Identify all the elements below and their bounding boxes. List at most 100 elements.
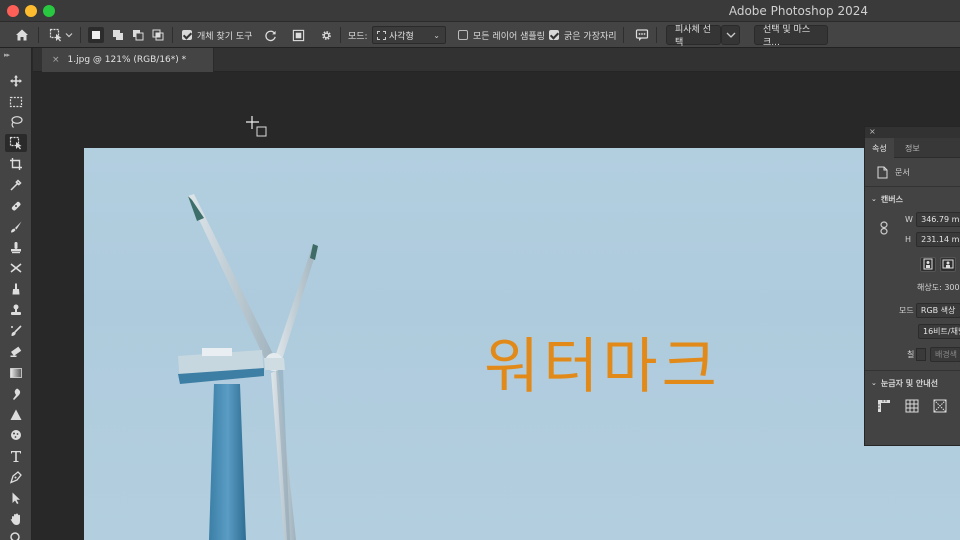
resolution-text: 해상도: 300 픽셀/인치 [917,282,960,292]
subtract-from-selection-icon[interactable] [130,27,146,43]
title-bar: Adobe Photoshop 2024 [0,0,960,22]
cursor-crosshair-icon [246,116,270,141]
height-label: H [905,234,912,244]
portrait-orientation-button[interactable] [920,256,936,272]
select-and-mask-button[interactable]: 선택 및 마스크... [754,25,828,48]
minimize-window-button[interactable] [25,5,37,17]
chevron-down-icon[interactable] [64,27,74,43]
fill-select[interactable]: 배경색 [929,346,960,362]
document-canvas[interactable]: 워터마크 [84,148,960,540]
brush-tool-icon[interactable] [5,218,27,236]
landscape-orientation-button[interactable] [940,256,956,272]
object-finder-checkbox[interactable] [182,30,192,40]
canvas-section-header[interactable]: ⌄ 캔버스 [865,192,960,206]
panel-header: × [865,127,960,138]
grid-icon[interactable] [905,399,919,413]
chevron-down-icon: ⌄ [871,195,877,203]
lasso-tool-icon[interactable] [5,113,27,131]
object-finder-option[interactable]: 개체 찾기 도구 [182,22,252,48]
feedback-icon[interactable] [634,27,650,43]
height-row: H 231.14 mm [865,231,960,247]
canvas-section-title: 캔버스 [880,194,903,204]
sample-all-layers-checkbox[interactable] [458,30,468,40]
spot-healing-brush-icon[interactable] [5,197,27,215]
history-brush-icon[interactable] [5,259,27,277]
chevron-down-icon [726,32,735,38]
gear-icon[interactable] [318,27,334,43]
width-label: W [905,214,913,224]
tools-panel: ▸▸ [0,48,32,540]
fill-swatch[interactable] [915,347,926,361]
rulers-icons-row [865,398,960,414]
type-tool-icon[interactable] [5,447,27,465]
rulers-section-title: 눈금자 및 안내선 [880,378,938,388]
blur-tool-icon[interactable] [5,385,27,403]
color-mode-row: 모드 RGB 색상 [865,302,960,318]
clone-stamp-tool-icon[interactable] [5,238,27,256]
close-panel-icon[interactable]: × [869,127,876,136]
panel-grip-icon[interactable]: ▸▸ [4,51,10,59]
triangle-shape-icon[interactable] [5,406,27,424]
pen-tool-icon[interactable] [5,468,27,486]
eyedropper-tool-icon[interactable] [5,176,27,194]
move-tool-icon[interactable] [5,72,27,90]
watermark-text: 워터마크 [484,332,721,402]
app-title: Adobe Photoshop 2024 [728,4,868,18]
document-tab-bar: × 1.jpg @ 121% (RGB/16*) * [33,48,960,72]
landscape-icon [942,259,954,269]
hard-edge-checkbox[interactable] [549,30,559,40]
eraser-tool-icon[interactable] [5,280,27,298]
sponge-tool-icon[interactable] [5,426,27,444]
height-input[interactable]: 231.14 mm [916,231,960,247]
document-tab[interactable]: × 1.jpg @ 121% (RGB/16*) * [42,48,214,72]
select-subject-dropdown[interactable] [721,25,740,45]
fill-label: 칠 [907,349,915,359]
properties-panel: × 속성 정보 문서 ⌄ 캔버스 W 346.79 mm H 231.14 mm… [864,126,960,446]
new-selection-icon[interactable] [88,27,104,43]
art-history-brush-icon[interactable] [5,322,27,340]
resolution-row: 해상도: 300 픽셀/인치 [865,281,960,293]
mode-label: 모드: [348,31,368,42]
show-all-objects-icon[interactable] [290,27,306,43]
refresh-icon[interactable] [262,27,278,43]
hard-edge-option[interactable]: 굵은 가장자리 [549,22,617,48]
hard-edge-label: 굵은 가장자리 [564,31,617,42]
background-eraser-icon[interactable] [5,343,27,361]
guides-icon[interactable] [933,399,947,413]
mode-select[interactable]: 사각형 ⌄ [372,26,446,44]
intersect-selection-icon[interactable] [150,27,166,43]
rulers-section-header[interactable]: ⌄ 눈금자 및 안내선 [865,376,960,390]
document-icon [877,166,888,178]
path-selection-tool-icon[interactable] [5,489,27,507]
zoom-window-button[interactable] [43,5,55,17]
zoom-tool-icon[interactable] [5,529,27,540]
home-icon[interactable] [14,27,30,43]
gradient-tool-icon[interactable] [5,364,27,382]
tab-info[interactable]: 정보 [905,138,920,158]
bit-depth-row: 16비트/채널 [865,323,960,339]
options-bar: 개체 찾기 도구 모드: 사각형 ⌄ 모든 레이어 샘플링 굵은 가장자리 피사… [0,22,960,48]
tab-properties[interactable]: 속성 [865,138,894,158]
sample-all-layers-option[interactable]: 모든 레이어 샘플링 [458,22,545,48]
bit-depth-select[interactable]: 16비트/채널 [918,323,960,339]
crop-tool-icon[interactable] [5,155,27,173]
add-to-selection-icon[interactable] [110,27,126,43]
ruler-icon[interactable] [877,399,891,413]
chevron-down-icon: ⌄ [433,31,440,40]
hand-tool-icon[interactable] [5,510,27,528]
color-mode-label: 모드 [899,305,914,315]
rectangular-marquee-tool-icon[interactable] [5,93,27,111]
document-tab-label: 1.jpg @ 121% (RGB/16*) * [67,55,187,65]
rectangle-mode-icon [377,30,386,40]
document-type-label: 문서 [895,167,910,177]
stamp-tool-icon[interactable] [5,301,27,319]
fill-row: 칠 배경색 [865,346,960,362]
close-window-button[interactable] [7,5,19,17]
color-mode-select[interactable]: RGB 색상 [915,302,960,318]
object-selection-tool-preset-icon[interactable] [48,27,64,43]
orientation-row [865,256,960,272]
select-subject-button[interactable]: 피사체 선택 [666,25,721,48]
width-input[interactable]: 346.79 mm [916,211,960,227]
object-selection-tool-icon[interactable] [5,134,27,152]
close-tab-icon[interactable]: × [52,55,60,65]
